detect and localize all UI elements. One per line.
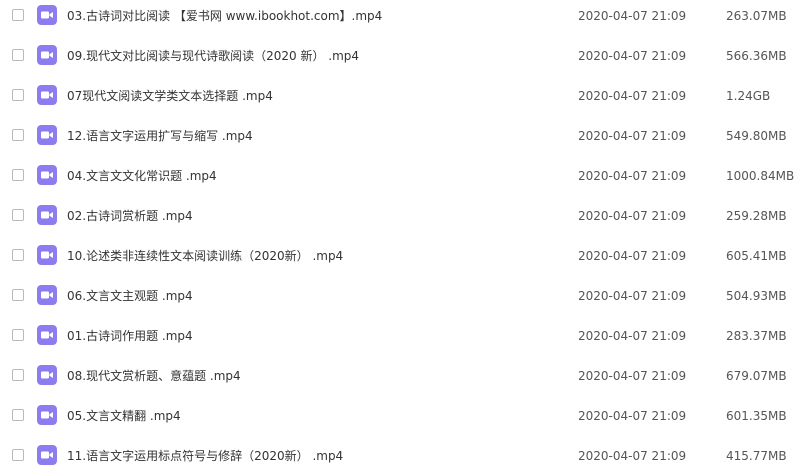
file-size: 415.77MB (726, 449, 787, 463)
row-checkbox[interactable] (12, 89, 24, 101)
file-row[interactable]: 10.论述类非连续性文本阅读训练（2020新） .mp4 2020-04-07 … (0, 236, 799, 276)
file-date: 2020-04-07 21:09 (578, 9, 687, 23)
file-name[interactable]: 06.文言文主观题 .mp4 (67, 288, 193, 304)
file-row[interactable]: 03.古诗词对比阅读 【爱书网 www.ibookhot.com】.mp4 20… (0, 0, 799, 36)
file-name[interactable]: 09.现代文对比阅读与现代诗歌阅读（2020 新） .mp4 (67, 48, 359, 64)
video-file-icon (37, 245, 57, 265)
file-size: 1.24GB (726, 89, 771, 103)
file-row[interactable]: 05.文言文精翻 .mp4 2020-04-07 21:09 601.35MB (0, 396, 799, 436)
file-name[interactable]: 12.语言文字运用扩写与缩写 .mp4 (67, 128, 253, 144)
file-date: 2020-04-07 21:09 (578, 449, 687, 463)
file-name[interactable]: 04.文言文文化常识题 .mp4 (67, 168, 217, 184)
file-row[interactable]: 06.文言文主观题 .mp4 2020-04-07 21:09 504.93MB (0, 276, 799, 316)
file-row[interactable]: 12.语言文字运用扩写与缩写 .mp4 2020-04-07 21:09 549… (0, 116, 799, 156)
file-name[interactable]: 02.古诗词赏析题 .mp4 (67, 208, 193, 224)
row-checkbox[interactable] (12, 409, 24, 421)
file-name[interactable]: 03.古诗词对比阅读 【爱书网 www.ibookhot.com】.mp4 (67, 8, 382, 24)
file-row[interactable]: 11.语言文字运用标点符号与修辞（2020新） .mp4 2020-04-07 … (0, 436, 799, 476)
file-size: 1000.84MB (726, 169, 795, 183)
video-file-icon (37, 325, 57, 345)
row-checkbox[interactable] (12, 369, 24, 381)
file-row[interactable]: 01.古诗词作用题 .mp4 2020-04-07 21:09 283.37MB (0, 316, 799, 356)
file-row[interactable]: 04.文言文文化常识题 .mp4 2020-04-07 21:09 1000.8… (0, 156, 799, 196)
file-size: 504.93MB (726, 289, 787, 303)
file-date: 2020-04-07 21:09 (578, 129, 687, 143)
file-name[interactable]: 08.现代文赏析题、意蕴题 .mp4 (67, 368, 241, 384)
row-checkbox[interactable] (12, 249, 24, 261)
file-row[interactable]: 08.现代文赏析题、意蕴题 .mp4 2020-04-07 21:09 679.… (0, 356, 799, 396)
video-file-icon (37, 165, 57, 185)
video-file-icon (37, 5, 57, 25)
file-row[interactable]: 09.现代文对比阅读与现代诗歌阅读（2020 新） .mp4 2020-04-0… (0, 36, 799, 76)
file-row[interactable]: 07现代文阅读文学类文本选择题 .mp4 2020-04-07 21:09 1.… (0, 76, 799, 116)
row-checkbox[interactable] (12, 289, 24, 301)
file-date: 2020-04-07 21:09 (578, 49, 687, 63)
file-date: 2020-04-07 21:09 (578, 409, 687, 423)
file-date: 2020-04-07 21:09 (578, 169, 687, 183)
file-date: 2020-04-07 21:09 (578, 369, 687, 383)
file-list: 03.古诗词对比阅读 【爱书网 www.ibookhot.com】.mp4 20… (0, 0, 799, 476)
video-file-icon (37, 365, 57, 385)
row-checkbox[interactable] (12, 449, 24, 461)
file-size: 566.36MB (726, 49, 787, 63)
file-size: 259.28MB (726, 209, 787, 223)
row-checkbox[interactable] (12, 49, 24, 61)
file-name[interactable]: 10.论述类非连续性文本阅读训练（2020新） .mp4 (67, 248, 343, 264)
row-checkbox[interactable] (12, 329, 24, 341)
file-name[interactable]: 05.文言文精翻 .mp4 (67, 408, 181, 424)
row-checkbox[interactable] (12, 169, 24, 181)
video-file-icon (37, 85, 57, 105)
file-size: 601.35MB (726, 409, 787, 423)
file-size: 679.07MB (726, 369, 787, 383)
file-date: 2020-04-07 21:09 (578, 329, 687, 343)
video-file-icon (37, 45, 57, 65)
file-row[interactable]: 02.古诗词赏析题 .mp4 2020-04-07 21:09 259.28MB (0, 196, 799, 236)
file-name[interactable]: 11.语言文字运用标点符号与修辞（2020新） .mp4 (67, 448, 343, 464)
file-date: 2020-04-07 21:09 (578, 89, 687, 103)
file-name[interactable]: 07现代文阅读文学类文本选择题 .mp4 (67, 88, 273, 104)
video-file-icon (37, 405, 57, 425)
row-checkbox[interactable] (12, 129, 24, 141)
file-size: 283.37MB (726, 329, 787, 343)
file-name[interactable]: 01.古诗词作用题 .mp4 (67, 328, 193, 344)
file-date: 2020-04-07 21:09 (578, 289, 687, 303)
file-size: 263.07MB (726, 9, 787, 23)
video-file-icon (37, 125, 57, 145)
file-date: 2020-04-07 21:09 (578, 249, 687, 263)
file-size: 549.80MB (726, 129, 787, 143)
row-checkbox[interactable] (12, 9, 24, 21)
video-file-icon (37, 285, 57, 305)
video-file-icon (37, 445, 57, 465)
file-date: 2020-04-07 21:09 (578, 209, 687, 223)
file-size: 605.41MB (726, 249, 787, 263)
row-checkbox[interactable] (12, 209, 24, 221)
video-file-icon (37, 205, 57, 225)
